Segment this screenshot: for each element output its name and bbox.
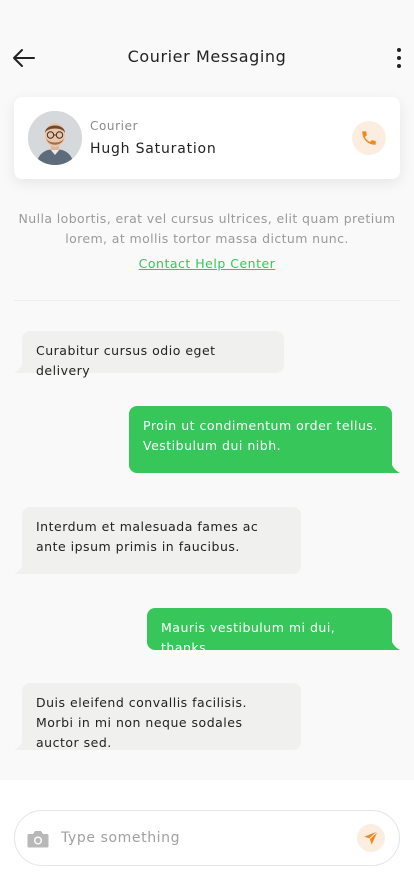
message-outgoing: Mauris vestibulum mi dui, thanks [147,608,392,655]
message-incoming: Curabitur cursus odio eget delivery [22,331,284,378]
courier-card: Courier Hugh Saturation [14,97,400,179]
info-text: Nulla lobortis, erat vel cursus ultrices… [18,211,396,246]
message-incoming: Interdum et malesuada fames ac ante ipsu… [22,507,301,574]
send-button[interactable] [357,824,385,852]
send-icon [364,830,379,845]
camera-icon [27,831,49,848]
courier-name: Hugh Saturation [90,141,217,157]
phone-icon [362,131,376,145]
top-bar: Courier Messaging [0,0,414,100]
page-title: Courier Messaging [127,47,287,66]
message-incoming: Duis eleifend convallis facilisis. Morbi… [22,683,301,750]
divider [14,300,400,301]
more-options-button[interactable] [392,44,406,72]
message-outgoing: Proin ut condimentum order tellus. Vesti… [129,406,392,473]
contact-help-center-link[interactable]: Contact Help Center [0,256,414,271]
message-input[interactable] [61,823,341,853]
courier-role-label: Courier [90,119,139,133]
message-composer [14,810,400,866]
call-button[interactable] [352,121,386,155]
avatar [28,111,82,165]
camera-button[interactable] [27,829,49,849]
more-vertical-icon [397,48,401,52]
